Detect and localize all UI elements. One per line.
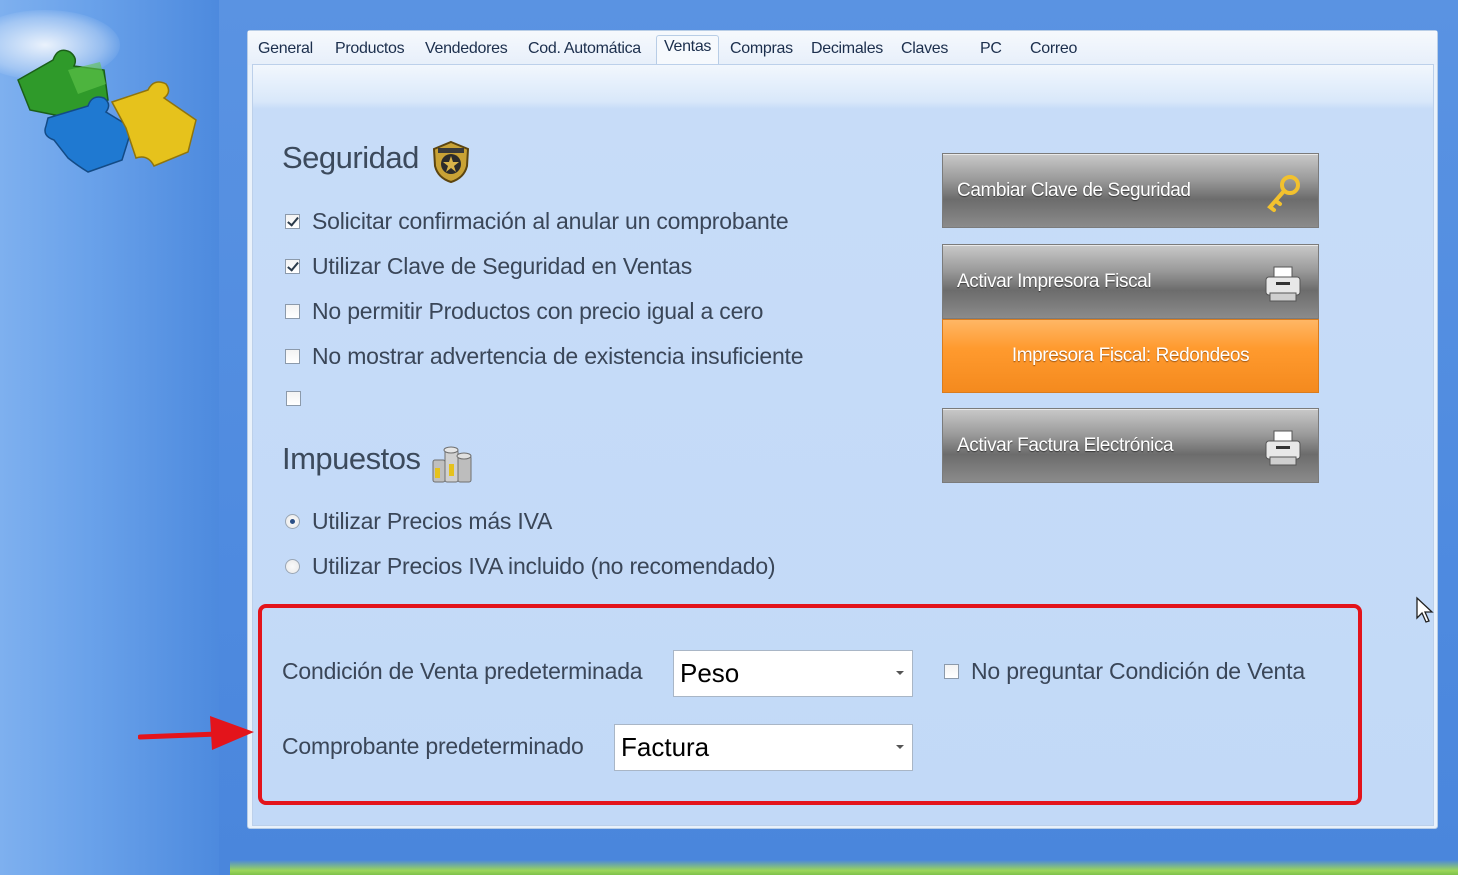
option-prices-plus-iva[interactable]: Utilizar Precios más IVA — [285, 508, 552, 535]
option-prices-iva-included[interactable]: Utilizar Precios IVA incluido (no recome… — [285, 553, 776, 580]
puzzle-logo-icon — [17, 49, 197, 173]
change-security-key-label: Cambiar Clave de Seguridad — [957, 179, 1191, 201]
electronic-invoice-button[interactable]: Activar Factura Electrónica — [942, 408, 1319, 483]
key-icon — [1267, 175, 1300, 212]
seguridad-heading: Seguridad — [282, 140, 419, 176]
option-unlabeled[interactable] — [286, 391, 313, 406]
checkbox-security-key-sales[interactable] — [285, 259, 300, 274]
security-badge-icon — [432, 140, 470, 184]
impuestos-heading: Impuestos — [282, 441, 421, 477]
tab-pc[interactable]: PC — [980, 40, 1002, 58]
coins-icon — [432, 446, 472, 483]
seguridad-title: Seguridad — [282, 140, 419, 175]
checkbox-no-stock-warning[interactable] — [285, 349, 300, 364]
option-security-key-sales[interactable]: Utilizar Clave de Seguridad en Ventas — [285, 253, 692, 280]
mouse-cursor-icon — [1416, 596, 1434, 623]
tab-correo[interactable]: Correo — [1030, 40, 1077, 58]
tab-ventas[interactable]: Ventas — [656, 35, 720, 66]
grass-decoration — [230, 860, 1458, 875]
tab-productos[interactable]: Productos — [335, 40, 405, 58]
checkbox-confirm-annul[interactable] — [285, 214, 300, 229]
fiscal-printer-button[interactable]: Activar Impresora Fiscal — [942, 244, 1319, 319]
tab-bar: General Productos Vendedores Cod. Automá… — [248, 31, 1437, 66]
radio-prices-plus-iva[interactable] — [285, 514, 300, 529]
fiscal-printer-label: Activar Impresora Fiscal — [957, 270, 1152, 292]
tab-decimales[interactable]: Decimales — [811, 40, 883, 58]
tab-claves[interactable]: Claves — [901, 40, 948, 58]
highlight-box — [258, 604, 1362, 805]
option-no-stock-warning[interactable]: No mostrar advertencia de existencia ins… — [285, 343, 804, 370]
red-arrow-icon — [138, 716, 254, 750]
checkbox-no-zero-price[interactable] — [285, 304, 300, 319]
tab-compras[interactable]: Compras — [730, 40, 793, 58]
option-confirm-annul-label: Solicitar confirmación al anular un comp… — [312, 208, 789, 234]
option-no-zero-price-label: No permitir Productos con precio igual a… — [312, 298, 764, 324]
option-confirm-annul[interactable]: Solicitar confirmación al anular un comp… — [285, 208, 789, 235]
impuestos-title: Impuestos — [282, 441, 421, 476]
tab-cod-automatica[interactable]: Cod. Automática — [528, 40, 641, 58]
printer-icon — [1265, 266, 1301, 302]
tab-vendedores[interactable]: Vendedores — [425, 40, 508, 58]
electronic-invoice-label: Activar Factura Electrónica — [957, 434, 1174, 456]
radio-prices-iva-included[interactable] — [285, 559, 300, 574]
option-no-zero-price[interactable]: No permitir Productos con precio igual a… — [285, 298, 763, 325]
checkbox-unlabeled[interactable] — [286, 391, 301, 406]
option-prices-plus-iva-label: Utilizar Precios más IVA — [312, 508, 553, 534]
fiscal-rounding-label: Impresora Fiscal: Redondeos — [1011, 345, 1250, 366]
option-security-key-sales-label: Utilizar Clave de Seguridad en Ventas — [312, 253, 692, 279]
fiscal-rounding-button[interactable]: Impresora Fiscal: Redondeos — [942, 319, 1319, 393]
option-no-stock-warning-label: No mostrar advertencia de existencia ins… — [312, 343, 804, 369]
tab-general[interactable]: General — [258, 40, 313, 58]
printer-icon — [1265, 430, 1301, 466]
change-security-key-button[interactable]: Cambiar Clave de Seguridad — [942, 153, 1319, 228]
option-prices-iva-included-label: Utilizar Precios IVA incluido (no recome… — [312, 553, 776, 579]
